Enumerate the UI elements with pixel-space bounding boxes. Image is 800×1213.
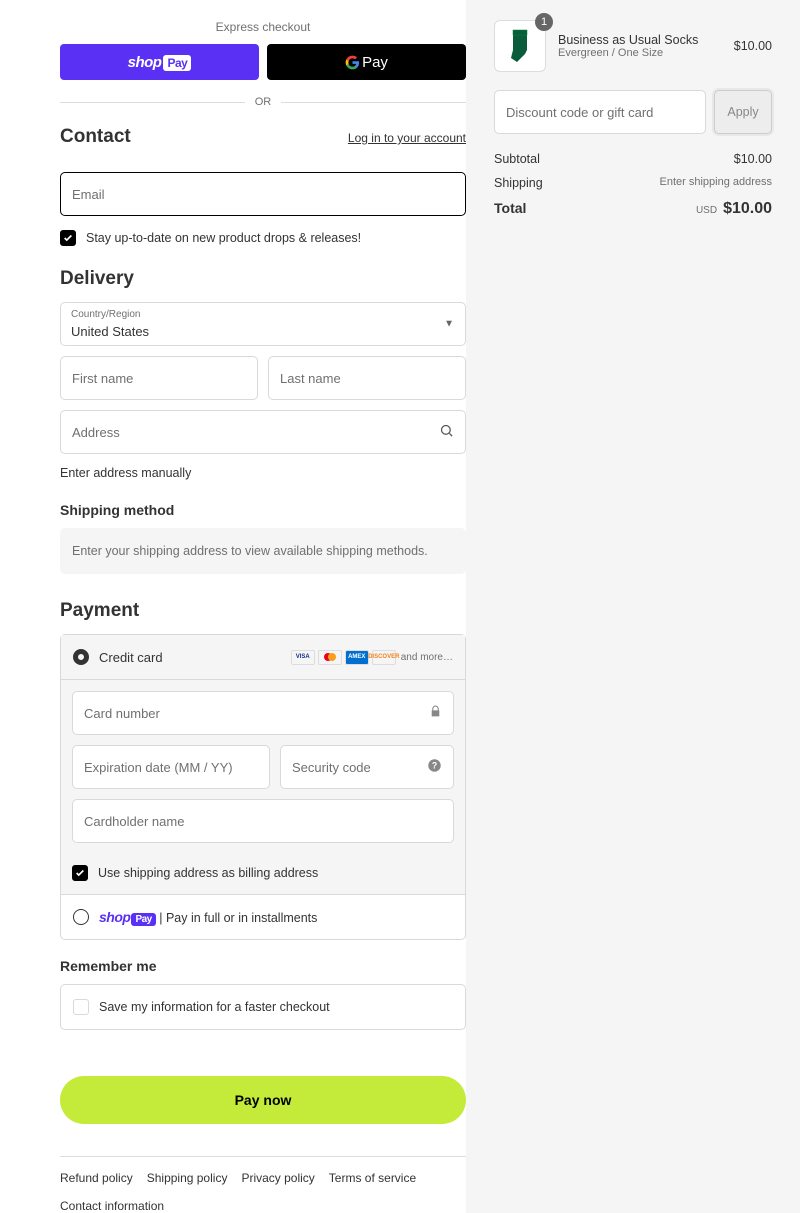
footer-link-privacy[interactable]: Privacy policy xyxy=(241,1171,314,1185)
address-input[interactable] xyxy=(60,410,466,454)
footer-link-shipping[interactable]: Shipping policy xyxy=(147,1171,228,1185)
discover-icon: DISCOVER xyxy=(372,650,396,665)
total-currency: USD xyxy=(696,205,717,216)
quantity-badge: 1 xyxy=(535,13,553,31)
pay-now-button[interactable]: Pay now xyxy=(60,1076,466,1124)
check-icon xyxy=(63,233,73,243)
login-link[interactable]: Log in to your account xyxy=(348,131,466,145)
shipping-value: Enter shipping address xyxy=(659,176,772,190)
amex-icon: AMEX xyxy=(345,650,369,665)
credit-card-radio[interactable] xyxy=(73,649,89,665)
mastercard-icon xyxy=(318,650,342,665)
newsletter-checkbox[interactable] xyxy=(60,230,76,246)
cart-item: 1 Business as Usual Socks Evergreen / On… xyxy=(494,20,772,72)
shipping-method-message: Enter your shipping address to view avai… xyxy=(60,528,466,574)
sock-icon xyxy=(509,28,531,64)
subtotal-label: Subtotal xyxy=(494,152,540,166)
help-icon[interactable]: ? xyxy=(427,758,442,776)
billing-address-checkbox[interactable] xyxy=(72,865,88,881)
save-info-label: Save my information for a faster checkou… xyxy=(99,1000,330,1014)
email-input[interactable] xyxy=(60,172,466,216)
shipping-method-heading: Shipping method xyxy=(60,502,466,518)
shipping-label: Shipping xyxy=(494,176,543,190)
first-name-input[interactable] xyxy=(60,356,258,400)
billing-address-label: Use shipping address as billing address xyxy=(98,866,318,880)
save-info-checkbox[interactable] xyxy=(73,999,89,1015)
total-value: $10.00 xyxy=(723,200,772,217)
lock-icon xyxy=(429,705,442,721)
search-icon xyxy=(439,423,454,441)
footer-link-terms[interactable]: Terms of service xyxy=(329,1171,416,1185)
country-value: United States xyxy=(71,324,149,339)
enter-address-manually-link[interactable]: Enter address manually xyxy=(60,466,466,480)
google-pay-button[interactable]: Pay xyxy=(267,44,466,80)
contact-heading: Contact xyxy=(60,126,131,148)
last-name-input[interactable] xyxy=(268,356,466,400)
express-checkout-label: Express checkout xyxy=(60,20,466,34)
card-number-input[interactable] xyxy=(72,691,454,735)
chevron-down-icon: ▼ xyxy=(444,319,454,330)
google-pay-logo: Pay xyxy=(345,54,388,71)
product-variant: Evergreen / One Size xyxy=(558,47,722,59)
and-more-label: and more… xyxy=(401,652,453,663)
shop-pay-radio[interactable] xyxy=(73,909,89,925)
footer-link-contact[interactable]: Contact information xyxy=(60,1199,164,1213)
footer-link-refund[interactable]: Refund policy xyxy=(60,1171,133,1185)
payment-heading: Payment xyxy=(60,600,466,622)
discount-code-input[interactable] xyxy=(494,90,706,134)
total-label: Total xyxy=(494,200,526,216)
delivery-heading: Delivery xyxy=(60,268,466,290)
shop-pay-button[interactable]: shopPay xyxy=(60,44,259,80)
product-price: $10.00 xyxy=(734,39,772,53)
product-name: Business as Usual Socks xyxy=(558,33,722,47)
cardholder-name-input[interactable] xyxy=(72,799,454,843)
credit-card-label: Credit card xyxy=(99,650,163,665)
expiry-input[interactable] xyxy=(72,745,270,789)
remember-me-heading: Remember me xyxy=(60,958,466,974)
svg-text:?: ? xyxy=(432,761,437,771)
credit-card-option[interactable]: Credit card VISA AMEX DISCOVER and more… xyxy=(61,635,465,680)
google-icon xyxy=(345,55,360,70)
newsletter-label: Stay up-to-date on new product drops & r… xyxy=(86,231,361,245)
card-brand-icons: VISA AMEX DISCOVER and more… xyxy=(291,650,453,665)
subtotal-value: $10.00 xyxy=(734,152,772,166)
apply-button[interactable]: Apply xyxy=(714,90,772,134)
check-icon xyxy=(75,868,85,878)
shop-pay-option-label: shopPay | Pay in full or in installments xyxy=(99,909,317,925)
or-divider: OR xyxy=(60,96,466,108)
shop-pay-option[interactable]: shopPay | Pay in full or in installments xyxy=(61,894,465,939)
visa-icon: VISA xyxy=(291,650,315,665)
shop-pay-logo: shopPay xyxy=(128,54,192,71)
footer-links: Refund policy Shipping policy Privacy po… xyxy=(60,1156,466,1213)
